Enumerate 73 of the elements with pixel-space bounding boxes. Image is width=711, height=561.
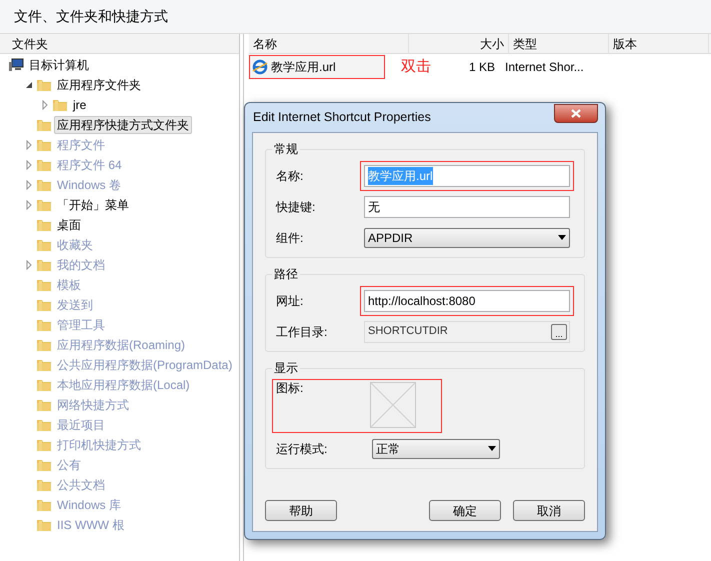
- folder-icon: [36, 137, 52, 153]
- field-label: 快捷键:: [276, 198, 316, 216]
- empty-image-icon: [370, 382, 416, 428]
- dialog-button[interactable]: 取消: [513, 500, 585, 521]
- page-title: 文件、文件夹和快捷方式: [14, 7, 168, 26]
- text-field[interactable]: http://localhost:8080: [364, 290, 570, 312]
- expanded-arrow-icon[interactable]: [24, 80, 34, 90]
- browse-button[interactable]: ...: [551, 324, 567, 340]
- folder-icon: [36, 477, 52, 493]
- folder-icon: [36, 197, 52, 213]
- folder-icon: [36, 157, 52, 173]
- collapsed-arrow-icon[interactable]: [24, 140, 34, 150]
- field-label: 运行模式:: [276, 440, 328, 458]
- folder-icon: [36, 177, 52, 193]
- annotation-text: 双击: [400, 56, 432, 77]
- size-cell-text: 1 KB: [468, 59, 496, 76]
- folder-icon: [36, 377, 52, 393]
- folder-icon: [52, 97, 68, 113]
- type-cell-text: Internet Shor...: [504, 59, 585, 76]
- folder-icon: [36, 257, 52, 273]
- dialog-title: Edit Internet Shortcut Properties: [252, 109, 431, 126]
- column-header[interactable]: 名称: [249, 34, 409, 53]
- tree-item[interactable]: 桌面: [54, 216, 84, 234]
- close-icon: [571, 109, 581, 118]
- folder-icon: [36, 117, 52, 133]
- group-title: 显示: [272, 360, 300, 376]
- tree-item[interactable]: jre: [70, 96, 90, 114]
- field-label: 工作目录:: [276, 324, 328, 340]
- collapsed-arrow-icon[interactable]: [24, 260, 34, 270]
- collapsed-arrow-icon[interactable]: [24, 200, 34, 210]
- tree-item[interactable]: 应用程序文件夹: [54, 76, 144, 94]
- panel-heading: 文件夹: [12, 36, 48, 52]
- folder-icon: [36, 297, 52, 313]
- folder-icon: [36, 517, 52, 533]
- folder-icon: [36, 357, 52, 373]
- folder-icon: [36, 437, 52, 453]
- folder-icon: [36, 417, 52, 433]
- folder-icon: [36, 317, 52, 333]
- folder-icon: [36, 337, 52, 353]
- text-field[interactable]: 无: [364, 196, 570, 218]
- column-header[interactable]: 大小: [409, 34, 509, 53]
- dialog-button[interactable]: 确定: [429, 500, 501, 521]
- field-label: 图标:: [276, 380, 304, 397]
- field-label: 组件:: [276, 230, 304, 246]
- dropdown[interactable]: 正常: [372, 438, 500, 458]
- web-shortcut-icon: [252, 59, 268, 75]
- collapsed-arrow-icon[interactable]: [24, 160, 34, 170]
- close-button[interactable]: [554, 104, 598, 123]
- folder-icon: [36, 77, 52, 93]
- column-header[interactable]: 版本: [609, 34, 709, 53]
- folder-icon: [36, 277, 52, 293]
- group-title: 常规: [272, 141, 300, 157]
- dialog-button[interactable]: 帮助: [265, 500, 337, 521]
- folder-icon: [36, 457, 52, 473]
- column-header[interactable]: 类型: [509, 34, 609, 53]
- folder-icon: [36, 217, 52, 233]
- computer-icon: [8, 57, 24, 73]
- folder-icon: [36, 237, 52, 253]
- collapsed-arrow-icon[interactable]: [40, 100, 50, 110]
- tree-item[interactable]: 应用程序快捷方式文件夹: [54, 116, 192, 134]
- collapsed-arrow-icon[interactable]: [24, 180, 34, 190]
- tree-item[interactable]: 目标计算机: [26, 56, 92, 74]
- folder-icon: [36, 497, 52, 513]
- group-title: 路径: [272, 266, 300, 282]
- dropdown-arrow-icon: [488, 446, 496, 451]
- dropdown[interactable]: APPDIR: [364, 228, 570, 248]
- tree-item[interactable]: 「开始」菜单: [54, 196, 132, 214]
- field-label: 网址:: [276, 292, 304, 310]
- file-name-cell[interactable]: 教学应用.url: [249, 55, 385, 79]
- dropdown-arrow-icon: [558, 235, 566, 240]
- field-label: 名称:: [276, 168, 304, 184]
- directory-field: SHORTCUTDIR ...: [364, 320, 570, 342]
- folder-icon: [36, 397, 52, 413]
